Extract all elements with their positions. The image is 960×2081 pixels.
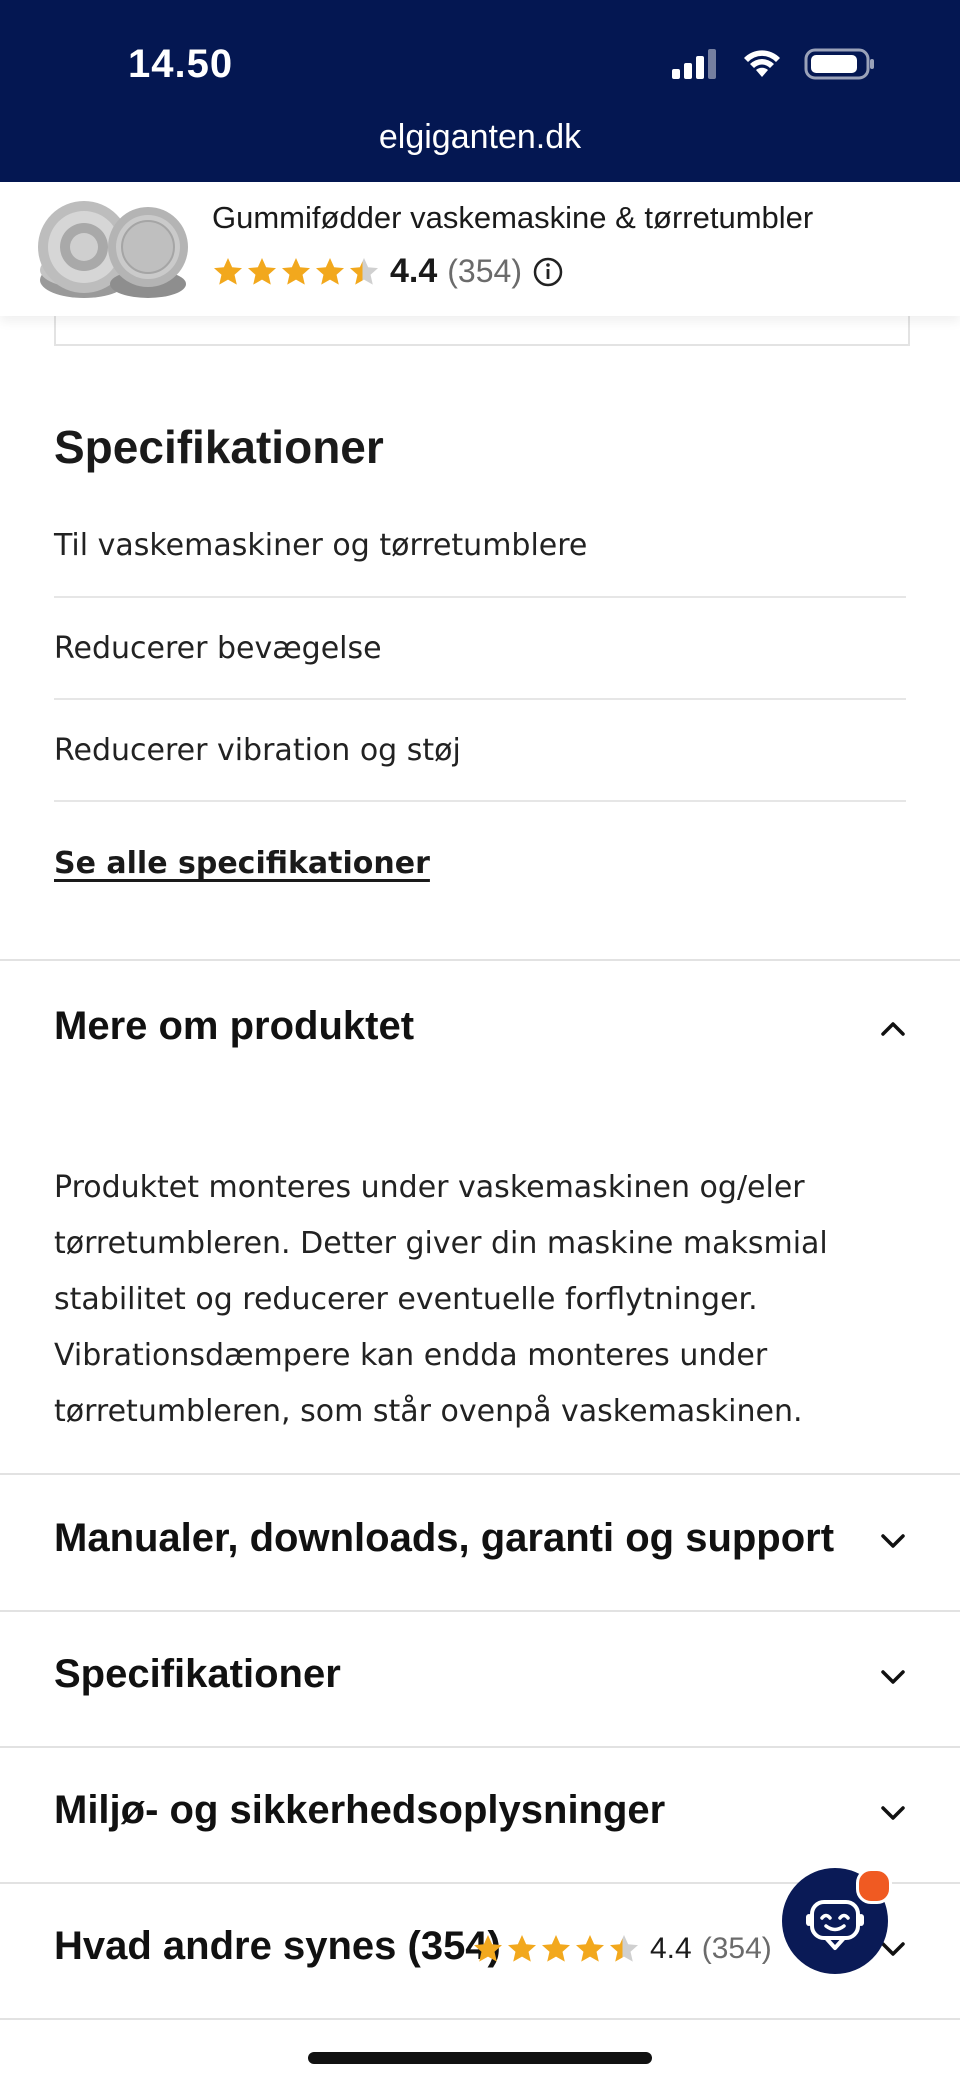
star-icon [474,1935,502,1962]
star-icon [508,1935,536,1962]
spec-item: Reducerer vibration og støj [54,700,906,802]
star-icon [282,257,310,285]
browser-top-bar: 14.50 elgiganten.dk [0,0,960,182]
review-count: (354) [447,253,522,289]
star-half-icon [610,1935,638,1962]
accordion-environment-safety[interactable]: Miljø- og sikkerhedsoplysninger [54,1788,665,1833]
status-icons [672,48,876,80]
product-title: Gummifødder vaskemaskine & tørretumbler [212,200,814,235]
chevron-down-icon[interactable] [876,1660,910,1694]
description-line: stabilitet og reducerer eventuelle forfl… [54,1282,758,1317]
spec-item: Reducerer bevægelse [54,598,906,700]
signal-icon [672,49,716,79]
specs-list: Til vaskemaskiner og tørretumblere Reduc… [54,512,906,802]
description-line: tørretumbleren, som står ovenpå vaskemas… [54,1394,803,1429]
battery-icon [804,48,874,80]
accordion-specifications[interactable]: Specifikationer [54,1652,341,1697]
url-bar[interactable]: elgiganten.dk [0,118,960,157]
divider [0,1610,960,1612]
star-half-icon [350,257,378,285]
divider [0,1746,960,1748]
product-description: Produktet monteres under vaskemaskinen o… [54,1160,914,1440]
accordion-more-about-product[interactable]: Mere om produktet [54,1004,414,1049]
sticky-product-bar: Gummifødder vaskemaskine & tørretumbler … [0,182,960,316]
divider [0,2018,960,2020]
star-icon [316,257,344,285]
star-rating [212,256,380,288]
see-all-specs-link[interactable]: Se alle specifikationer [54,846,430,881]
spec-item: Til vaskemaskiner og tørretumblere [54,512,906,598]
home-indicator[interactable] [308,2052,652,2064]
wifi-icon [744,50,780,77]
star-icon [576,1935,604,1962]
description-line: tørretumbleren. Detter giver din maskine… [54,1226,828,1261]
star-rating [472,1933,640,1965]
chevron-down-icon[interactable] [876,1796,910,1830]
info-icon[interactable] [532,256,564,288]
star-icon [248,257,276,285]
review-count: (354) [701,1932,772,1965]
accordion-manuals[interactable]: Manualer, downloads, garanti og support [54,1516,834,1561]
status-time: 14.50 [128,42,234,86]
star-icon [214,257,242,285]
star-icon [542,1935,570,1962]
divider [0,1473,960,1475]
product-rating[interactable]: 4.4 (354) [212,252,564,291]
rating-value: 4.4 [650,1932,692,1965]
chevron-down-icon[interactable] [876,1524,910,1558]
accordion-reviews[interactable]: Hvad andre synes (354) [54,1924,501,1969]
reviews-rating-summary: 4.4 (354) [472,1932,772,1966]
description-line: Produktet monteres under vaskemaskinen o… [54,1170,805,1205]
specs-heading: Specifikationer [54,421,384,473]
chevron-up-icon[interactable] [876,1012,910,1046]
rating-value: 4.4 [390,252,438,290]
description-line: Vibrationsdæmpere kan endda monteres und… [54,1338,768,1373]
notification-badge [856,1868,892,1904]
divider [0,959,960,961]
product-thumbnail[interactable] [32,192,192,306]
